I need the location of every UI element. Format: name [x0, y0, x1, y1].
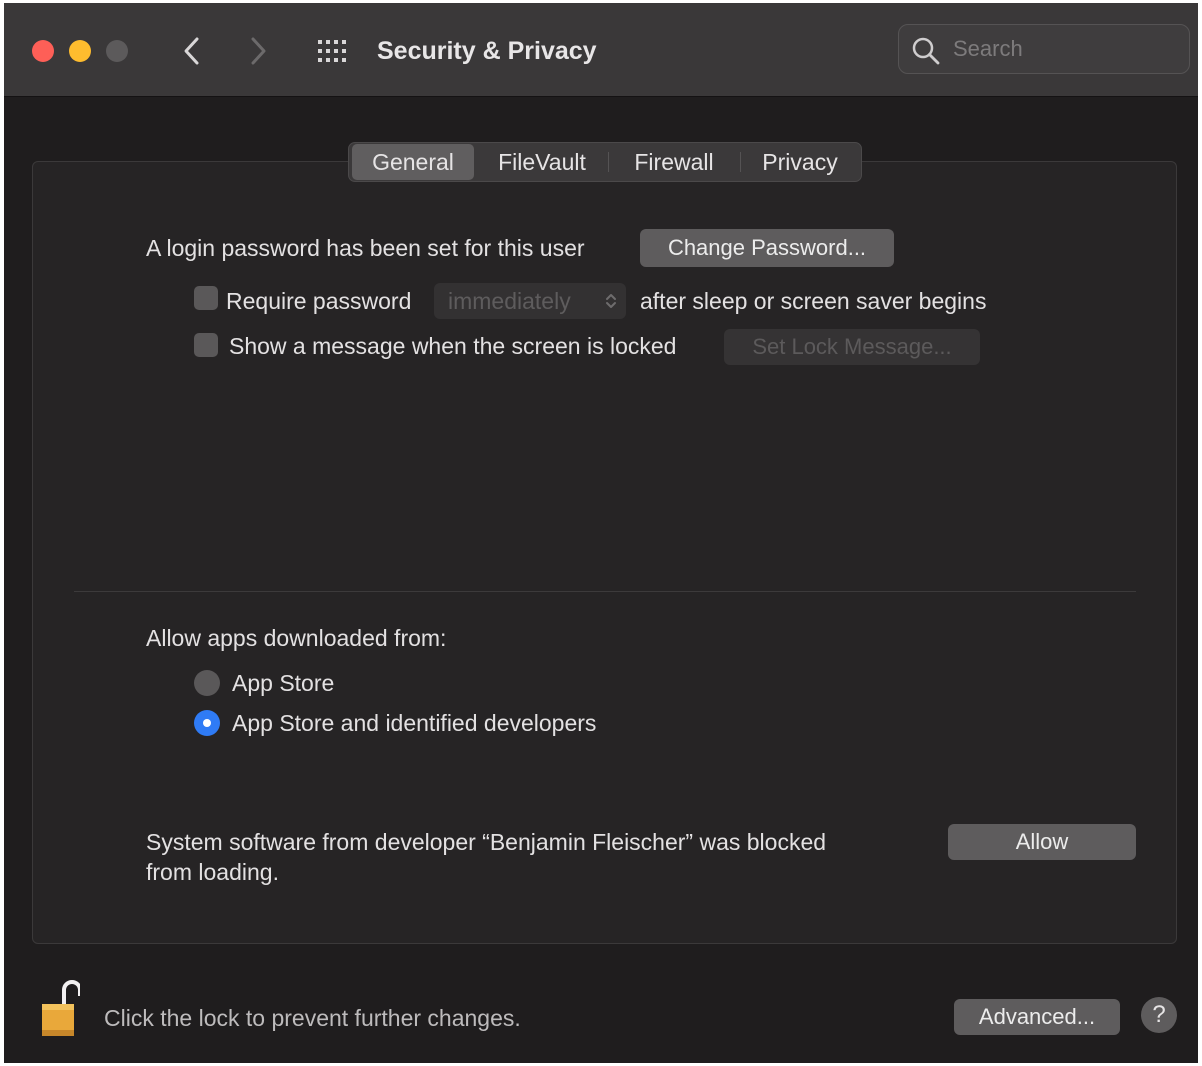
chevron-left-icon — [184, 37, 199, 65]
lock-status-text: Click the lock to prevent further change… — [104, 1005, 521, 1031]
show-message-label: Show a message when the screen is locked — [229, 333, 677, 359]
lock-button[interactable] — [40, 978, 82, 1038]
help-button[interactable]: ? — [1141, 997, 1177, 1033]
section-divider — [74, 591, 1136, 592]
allow-apps-heading: Allow apps downloaded from: — [146, 625, 447, 651]
set-lock-message-button[interactable]: Set Lock Message... — [724, 329, 980, 365]
up-down-chevron-icon — [606, 294, 616, 308]
tab-firewall[interactable]: Firewall — [611, 144, 737, 180]
allow-button[interactable]: Allow — [948, 824, 1136, 860]
change-password-button[interactable]: Change Password... — [640, 229, 894, 267]
security-privacy-window: Security & Privacy General FileVault Fir… — [4, 3, 1198, 1063]
radio-app-store-label[interactable]: App Store — [232, 668, 334, 698]
tab-privacy[interactable]: Privacy — [742, 144, 858, 180]
require-password-delay-popup[interactable]: immediately — [434, 283, 626, 319]
close-window-button[interactable] — [32, 40, 54, 62]
window-title: Security & Privacy — [377, 37, 597, 65]
require-password-delay-value: immediately — [448, 288, 571, 314]
show-message-checkbox[interactable] — [194, 333, 218, 357]
advanced-button[interactable]: Advanced... — [954, 999, 1120, 1035]
forward-button[interactable] — [244, 31, 274, 71]
search-field[interactable] — [898, 24, 1190, 74]
radio-app-store[interactable] — [194, 670, 220, 696]
login-password-text: A login password has been set for this u… — [146, 235, 585, 261]
search-icon — [912, 37, 940, 65]
show-all-button[interactable] — [316, 37, 350, 65]
zoom-window-button[interactable] — [106, 40, 128, 62]
blocked-message-line2: from loading. — [146, 859, 279, 885]
require-password-label: Require password — [226, 288, 412, 314]
blocked-message-line1: System software from developer “Benjamin… — [146, 829, 827, 855]
radio-app-store-identified[interactable] — [194, 710, 220, 736]
tab-bar: General FileVault Firewall Privacy — [348, 142, 862, 182]
tab-separator — [740, 152, 741, 172]
radio-app-store-identified-label[interactable]: App Store and identified developers — [232, 708, 596, 738]
chevron-right-icon — [251, 37, 266, 65]
back-button[interactable] — [176, 31, 206, 71]
tab-separator — [608, 152, 609, 172]
title-bar: Security & Privacy — [4, 3, 1198, 97]
after-sleep-text: after sleep or screen saver begins — [640, 288, 987, 314]
require-password-checkbox[interactable] — [194, 286, 218, 310]
search-input[interactable] — [953, 25, 1173, 73]
tab-filevault[interactable]: FileVault — [479, 144, 605, 180]
minimize-window-button[interactable] — [69, 40, 91, 62]
tab-general[interactable]: General — [352, 144, 474, 180]
unlocked-padlock-icon — [42, 980, 82, 1036]
grid-icon — [318, 40, 346, 62]
